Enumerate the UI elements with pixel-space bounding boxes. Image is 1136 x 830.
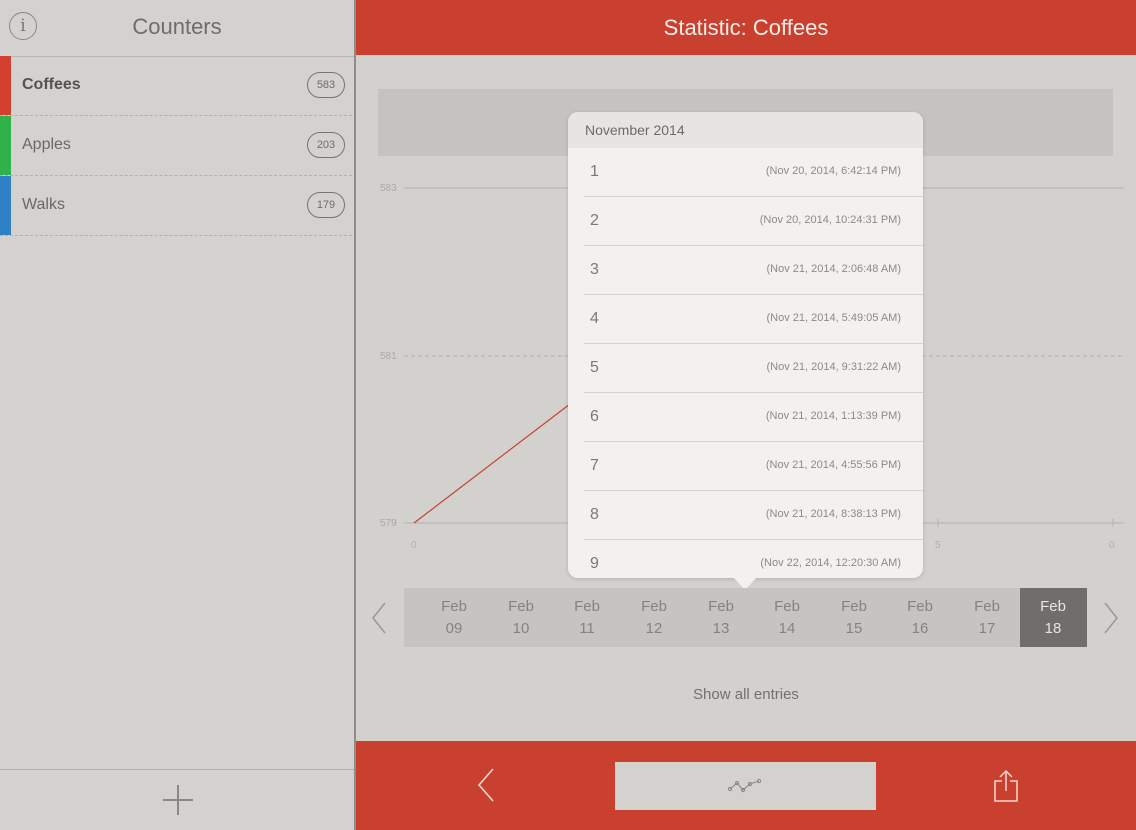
counter-row-coffees[interactable]: Coffees 583 xyxy=(0,56,352,116)
chevron-right-icon[interactable] xyxy=(1103,602,1119,634)
entry-row[interactable]: 8 (Nov 21, 2014, 8:38:13 PM) xyxy=(584,491,923,540)
x-tick-label: 0 xyxy=(1109,540,1115,551)
sidebar-footer xyxy=(0,769,354,830)
date-day: 12 xyxy=(645,620,663,637)
entry-number: 9 xyxy=(590,555,599,572)
date-cell[interactable]: Feb 16 xyxy=(887,588,953,647)
counter-label: Apples xyxy=(22,136,71,153)
counter-label: Coffees xyxy=(22,76,81,93)
counter-label: Walks xyxy=(22,196,65,213)
date-day: 16 xyxy=(911,620,929,637)
date-day: 09 xyxy=(445,620,463,637)
counter-count-badge: 179 xyxy=(307,192,345,218)
popover-month-title: November 2014 xyxy=(585,122,685,138)
plus-icon[interactable] xyxy=(163,785,193,815)
date-month: Feb xyxy=(774,598,800,615)
page-title: Statistic: Coffees xyxy=(663,15,829,40)
date-cell[interactable]: Feb 09 xyxy=(421,588,487,647)
line-graph-icon xyxy=(728,778,762,793)
date-day: 11 xyxy=(579,620,595,637)
entry-row[interactable]: 5 (Nov 21, 2014, 9:31:22 AM) xyxy=(584,344,923,393)
date-day: 18 xyxy=(1044,620,1062,637)
date-month: Feb xyxy=(641,598,667,615)
date-day: 13 xyxy=(712,620,730,637)
entry-row[interactable]: 1 (Nov 20, 2014, 6:42:14 PM) xyxy=(584,148,923,197)
entry-number: 4 xyxy=(590,310,599,327)
graph-view-button[interactable] xyxy=(615,762,876,810)
entry-number: 1 xyxy=(590,163,599,180)
entry-number: 7 xyxy=(590,457,599,474)
date-month: Feb xyxy=(974,598,1000,615)
entry-row[interactable]: 4 (Nov 21, 2014, 5:49:05 AM) xyxy=(584,295,923,344)
entry-timestamp: (Nov 20, 2014, 6:42:14 PM) xyxy=(765,165,901,177)
entry-timestamp: (Nov 21, 2014, 4:55:56 PM) xyxy=(765,459,901,471)
date-day: 14 xyxy=(778,620,796,637)
series-line xyxy=(413,403,571,524)
entry-number: 3 xyxy=(590,261,599,278)
counter-row-walks[interactable]: Walks 179 xyxy=(0,176,352,236)
counter-color-stripe xyxy=(0,56,11,115)
y-tick-label: 581 xyxy=(380,351,397,362)
entry-timestamp: (Nov 21, 2014, 1:13:39 PM) xyxy=(765,410,901,422)
counter-row-apples[interactable]: Apples 203 xyxy=(0,116,352,176)
y-tick-label: 579 xyxy=(380,518,397,529)
entry-timestamp: (Nov 22, 2014, 12:20:30 AM) xyxy=(760,557,901,569)
show-all-entries-link[interactable]: Show all entries xyxy=(356,686,1136,703)
entry-row[interactable]: 7 (Nov 21, 2014, 4:55:56 PM) xyxy=(584,442,923,491)
counter-count-badge: 583 xyxy=(307,72,345,98)
date-cell[interactable]: Feb 11 xyxy=(554,588,620,647)
sidebar-title: Counters xyxy=(132,14,222,39)
entry-number: 6 xyxy=(590,408,599,425)
entry-timestamp: (Nov 21, 2014, 2:06:48 AM) xyxy=(766,263,901,275)
chevron-left-icon[interactable] xyxy=(371,602,387,634)
date-month: Feb xyxy=(841,598,867,615)
chevron-left-icon[interactable] xyxy=(476,768,496,802)
entry-number: 2 xyxy=(590,212,599,229)
x-tick-label: 0 xyxy=(411,540,417,551)
entry-row[interactable]: 3 (Nov 21, 2014, 2:06:48 AM) xyxy=(584,246,923,295)
date-month: Feb xyxy=(708,598,734,615)
date-cell-selected[interactable]: Feb 18 xyxy=(1020,588,1087,647)
date-cell[interactable]: Feb 12 xyxy=(621,588,687,647)
date-day: 17 xyxy=(978,620,996,637)
date-month: Feb xyxy=(574,598,600,615)
date-month: Feb xyxy=(907,598,933,615)
date-cell[interactable]: Feb 13 xyxy=(688,588,754,647)
date-month: Feb xyxy=(1040,598,1066,615)
entries-popover: November 2014 1 (Nov 20, 2014, 6:42:14 P… xyxy=(568,112,923,578)
date-day: 10 xyxy=(512,620,530,637)
counter-color-stripe xyxy=(0,116,11,175)
x-tick-label: 5 xyxy=(935,540,941,551)
popover-header: November 2014 xyxy=(568,112,923,148)
entry-timestamp: (Nov 21, 2014, 8:38:13 PM) xyxy=(765,508,901,520)
entry-row[interactable]: 9 (Nov 22, 2014, 12:20:30 AM) xyxy=(584,540,923,578)
entry-timestamp: (Nov 20, 2014, 10:24:31 PM) xyxy=(759,214,901,226)
entry-timestamp: (Nov 21, 2014, 9:31:22 AM) xyxy=(766,361,901,373)
date-cell[interactable]: Feb 10 xyxy=(488,588,554,647)
counter-color-stripe xyxy=(0,176,11,235)
counters-sidebar: i Counters Coffees 583 Apples 203 Walks … xyxy=(0,0,356,830)
date-cell[interactable]: Feb 14 xyxy=(754,588,820,647)
entry-row[interactable]: 6 (Nov 21, 2014, 1:13:39 PM) xyxy=(584,393,923,442)
date-month: Feb xyxy=(508,598,534,615)
main-header: Statistic: Coffees xyxy=(356,0,1136,55)
counter-count-badge: 203 xyxy=(307,132,345,158)
date-day: 15 xyxy=(845,620,863,637)
y-tick-label: 583 xyxy=(380,183,397,194)
sidebar-header: i Counters xyxy=(0,0,354,57)
entry-number: 8 xyxy=(590,506,599,523)
date-strip: Feb 09 Feb 10 Feb 11 Feb 12 Feb 13 Feb 14 Feb 1… xyxy=(404,588,1087,647)
share-icon[interactable] xyxy=(993,769,1019,803)
entry-row[interactable]: 2 (Nov 20, 2014, 10:24:31 PM) xyxy=(584,197,923,246)
entry-number: 5 xyxy=(590,359,599,376)
bottom-toolbar xyxy=(356,741,1136,830)
date-cell[interactable]: Feb 17 xyxy=(954,588,1020,647)
date-month: Feb xyxy=(441,598,467,615)
entry-timestamp: (Nov 21, 2014, 5:49:05 AM) xyxy=(766,312,901,324)
date-cell[interactable]: Feb 15 xyxy=(821,588,887,647)
